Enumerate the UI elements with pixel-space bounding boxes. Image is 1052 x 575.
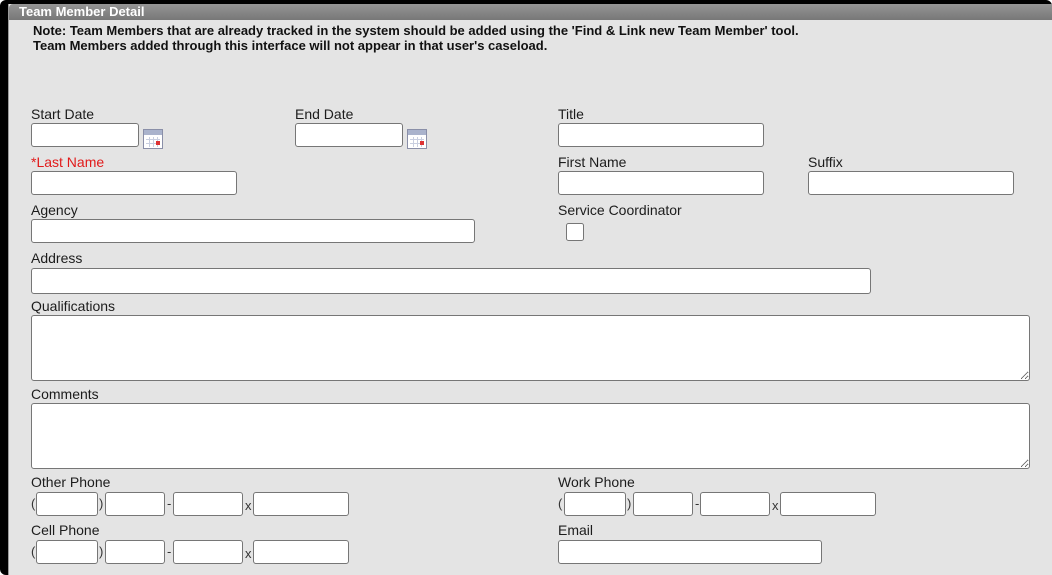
- cell-phone-close-paren: ): [99, 544, 104, 559]
- team-member-detail-panel: Team Member Detail Note: Team Members th…: [8, 4, 1052, 575]
- comments-label: Comments: [31, 386, 99, 402]
- cell-phone-label: Cell Phone: [31, 522, 100, 538]
- cell-phone-open-paren: (: [31, 544, 36, 559]
- agency-input[interactable]: [31, 219, 475, 243]
- other-phone-prefix-input[interactable]: [105, 492, 165, 516]
- other-phone-open-paren: (: [31, 496, 36, 511]
- panel-header: Team Member Detail: [9, 4, 1052, 20]
- other-phone-label: Other Phone: [31, 474, 111, 490]
- email-label: Email: [558, 522, 594, 538]
- cell-phone-ext-separator: x: [245, 546, 252, 561]
- service-coordinator-label: Service Coordinator: [558, 202, 682, 218]
- work-phone-area-code-input[interactable]: [564, 492, 626, 516]
- other-phone-line-input[interactable]: [173, 492, 243, 516]
- cell-phone-prefix-input[interactable]: [105, 540, 165, 564]
- end-date-input[interactable]: [295, 123, 403, 147]
- other-phone-dash: -: [167, 496, 172, 511]
- last-name-input[interactable]: [31, 171, 237, 195]
- note-line-1: Note: Team Members that are already trac…: [33, 23, 799, 38]
- last-name-label-text: Last Name: [36, 154, 105, 170]
- calendar-icon[interactable]: [143, 129, 163, 149]
- other-phone-close-paren: ): [99, 496, 104, 511]
- cell-phone-extension-input[interactable]: [253, 540, 349, 564]
- suffix-label: Suffix: [808, 154, 843, 170]
- start-date-label: Start Date: [31, 106, 95, 122]
- start-date-input[interactable]: [31, 123, 139, 147]
- title-label: Title: [558, 106, 584, 122]
- first-name-input[interactable]: [558, 171, 764, 195]
- title-input[interactable]: [558, 123, 764, 147]
- work-phone-line-input[interactable]: [700, 492, 770, 516]
- work-phone-label: Work Phone: [558, 474, 635, 490]
- cell-phone-line-input[interactable]: [173, 540, 243, 564]
- note-text: Note: Team Members that are already trac…: [33, 23, 1043, 53]
- qualifications-label: Qualifications: [31, 298, 116, 314]
- cell-phone-area-code-input[interactable]: [36, 540, 98, 564]
- calendar-icon[interactable]: [407, 129, 427, 149]
- agency-label: Agency: [31, 202, 78, 218]
- end-date-label: End Date: [295, 106, 354, 122]
- address-input[interactable]: [31, 268, 871, 294]
- first-name-label: First Name: [558, 154, 627, 170]
- work-phone-dash: -: [695, 496, 700, 511]
- work-phone-ext-separator: x: [772, 498, 779, 513]
- work-phone-close-paren: ): [627, 496, 632, 511]
- cell-phone-dash: -: [167, 544, 172, 559]
- service-coordinator-checkbox[interactable]: [566, 223, 584, 241]
- work-phone-open-paren: (: [558, 496, 563, 511]
- other-phone-ext-separator: x: [245, 498, 252, 513]
- qualifications-textarea[interactable]: [31, 315, 1030, 381]
- other-phone-extension-input[interactable]: [253, 492, 349, 516]
- address-label: Address: [31, 250, 83, 266]
- window-frame: Team Member Detail Note: Team Members th…: [0, 0, 1052, 575]
- work-phone-prefix-input[interactable]: [633, 492, 693, 516]
- comments-textarea[interactable]: [31, 403, 1030, 469]
- email-input[interactable]: [558, 540, 822, 564]
- last-name-label: *Last Name: [31, 154, 104, 170]
- other-phone-area-code-input[interactable]: [36, 492, 98, 516]
- suffix-input[interactable]: [808, 171, 1014, 195]
- work-phone-extension-input[interactable]: [780, 492, 876, 516]
- note-line-2: Team Members added through this interfac…: [33, 38, 548, 53]
